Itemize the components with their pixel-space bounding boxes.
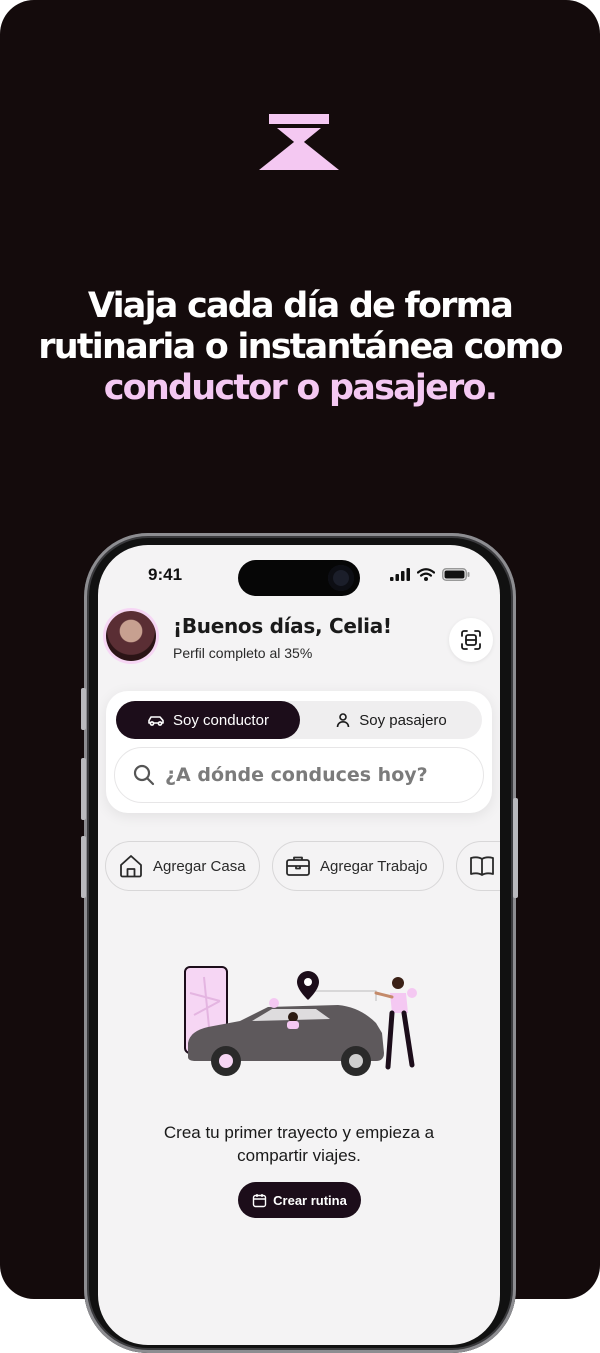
add-home-chip[interactable]: Agregar Casa bbox=[105, 841, 260, 891]
home-icon bbox=[120, 855, 142, 878]
trip-search-card: Soy conductor Soy pasajero ¿A dónde cond… bbox=[106, 691, 492, 813]
greeting: ¡Buenos días, Celia! bbox=[173, 614, 392, 638]
empty-state-line-2: compartir viajes. bbox=[237, 1146, 361, 1165]
phone-volume-up-button bbox=[81, 758, 86, 820]
add-work-chip[interactable]: Agregar Trabajo bbox=[272, 841, 444, 891]
car-icon bbox=[148, 716, 164, 726]
dynamic-island bbox=[238, 560, 360, 596]
empty-state-message: Crea tu primer trayecto y empieza a comp… bbox=[118, 1121, 480, 1167]
headline-line-1: Viaja cada día de forma bbox=[87, 286, 514, 326]
headline-highlight: conductor o pasajero. bbox=[103, 368, 498, 408]
empty-state-line-1: Crea tu primer trayecto y empieza a bbox=[163, 1123, 435, 1142]
driver-tab[interactable]: Soy conductor bbox=[116, 701, 300, 739]
camera-icon bbox=[328, 565, 354, 591]
status-time: 9:41 bbox=[148, 565, 183, 584]
briefcase-icon bbox=[286, 856, 310, 876]
scan-button[interactable] bbox=[449, 618, 493, 662]
avatar[interactable] bbox=[106, 611, 156, 661]
create-routine-button[interactable]: Crear rutina bbox=[238, 1182, 361, 1218]
passenger-tab[interactable]: Soy pasajero bbox=[300, 701, 482, 739]
book-icon bbox=[470, 856, 494, 876]
driver-tab-label: Soy conductor bbox=[173, 711, 269, 729]
app-screen: 9:41 ¡Buenos días, Celia! Perfil complet… bbox=[98, 545, 500, 1345]
search-icon bbox=[133, 764, 155, 786]
add-home-label: Agregar Casa bbox=[153, 857, 246, 875]
empty-state-illustration bbox=[184, 966, 417, 1076]
status-icons bbox=[390, 568, 470, 581]
search-placeholder: ¿A dónde conduces hoy? bbox=[165, 764, 428, 786]
profile-completion[interactable]: Perfil completo al 35% bbox=[173, 645, 312, 661]
role-toggle: Soy conductor Soy pasajero bbox=[116, 701, 482, 739]
destination-search[interactable]: ¿A dónde conduces hoy? bbox=[114, 747, 484, 803]
headline: Viaja cada día de forma rutinaria o inst… bbox=[20, 286, 580, 409]
scan-icon bbox=[461, 630, 481, 650]
signal-icon bbox=[390, 568, 410, 581]
phone-power-button bbox=[513, 798, 518, 898]
passenger-tab-label: Soy pasajero bbox=[359, 711, 447, 729]
add-work-label: Agregar Trabajo bbox=[320, 857, 428, 875]
location-pin-icon bbox=[297, 971, 319, 1000]
phone-action-button bbox=[81, 688, 86, 730]
create-routine-label: Crear rutina bbox=[273, 1192, 347, 1208]
more-places-chip[interactable] bbox=[456, 841, 500, 891]
phone-volume-down-button bbox=[81, 836, 86, 898]
wifi-icon bbox=[417, 568, 435, 581]
battery-icon bbox=[442, 568, 470, 581]
brand-logo bbox=[259, 114, 339, 170]
headline-line-2: rutinaria o instantánea como bbox=[38, 327, 563, 367]
person-icon bbox=[336, 713, 350, 728]
calendar-icon bbox=[252, 1193, 267, 1207]
